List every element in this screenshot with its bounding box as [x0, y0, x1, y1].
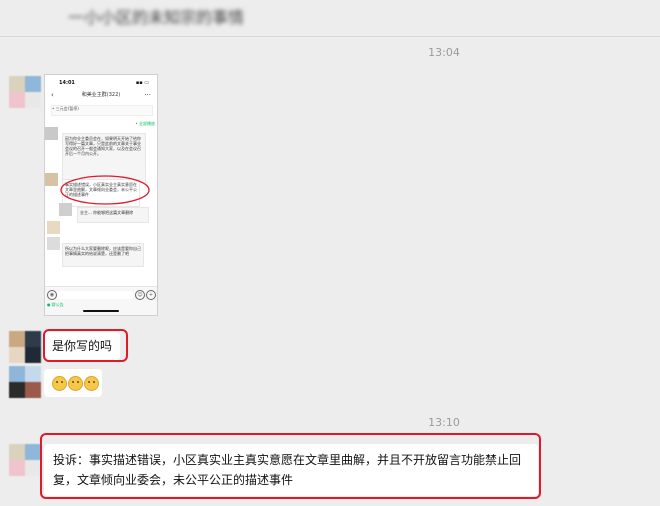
screenshot-avatar	[45, 173, 58, 186]
red-highlight-box	[40, 433, 541, 499]
screenshot-notice: • 三元会(暂停)	[51, 105, 153, 116]
chat-screenshot-image[interactable]: 14:01 ▪▪ ▭ ‹ 和美业主群(322) ··· • 三元会(暂停) • …	[44, 74, 158, 316]
screenshot-chat-title: 和美业主群(322)	[81, 92, 121, 98]
status-icons: ▪▪ ▭	[135, 80, 149, 86]
home-indicator	[83, 310, 119, 312]
screenshot-message: 业主... 你能够把这篇文章删除	[77, 207, 149, 223]
status-bar: 14:01 ▪▪ ▭	[45, 75, 157, 91]
chevron-left-icon: ‹	[51, 91, 54, 99]
smile-emoji-icon	[84, 376, 99, 391]
avatar[interactable]	[9, 331, 41, 363]
emoji-message-bubble[interactable]	[44, 369, 102, 397]
avatar[interactable]	[9, 366, 41, 398]
screenshot-avatar	[45, 127, 58, 140]
screenshot-avatar	[47, 237, 60, 250]
screenshot-input-status: ● 群公告	[47, 302, 64, 307]
voice-icon: ◉	[47, 290, 57, 300]
chat-title: 一小小区的未知宗的事情	[68, 8, 245, 27]
avatar[interactable]	[9, 444, 41, 476]
screenshot-message: 所以为什么大家要删除呢，应该是要你自己把事情真实的给说清楚，还是删了吧	[62, 243, 144, 267]
red-circle-annotation	[60, 175, 150, 205]
screenshot-avatar	[47, 221, 60, 234]
red-highlight-box	[43, 329, 128, 362]
screenshot-input-field	[57, 291, 133, 299]
smile-emoji-icon	[52, 376, 67, 391]
timestamp: 13:04	[428, 46, 460, 59]
plus-icon: +	[146, 290, 156, 300]
screenshot-avatar	[59, 203, 72, 216]
smile-emoji-icon	[68, 376, 83, 391]
screenshot-nav: ‹ 和美业主群(322) ···	[45, 91, 157, 105]
more-icon: ···	[144, 91, 151, 99]
chat-header: 一小小区的未知宗的事情	[0, 0, 660, 37]
timestamp: 13:10	[428, 416, 460, 429]
avatar[interactable]	[9, 76, 41, 108]
status-time: 14:01	[59, 80, 75, 86]
emoji-icon: ☺	[135, 290, 145, 300]
screenshot-tag: • 全部播放	[135, 121, 155, 126]
screenshot-input-bar: ◉ ☺ + ● 群公告	[45, 286, 157, 315]
